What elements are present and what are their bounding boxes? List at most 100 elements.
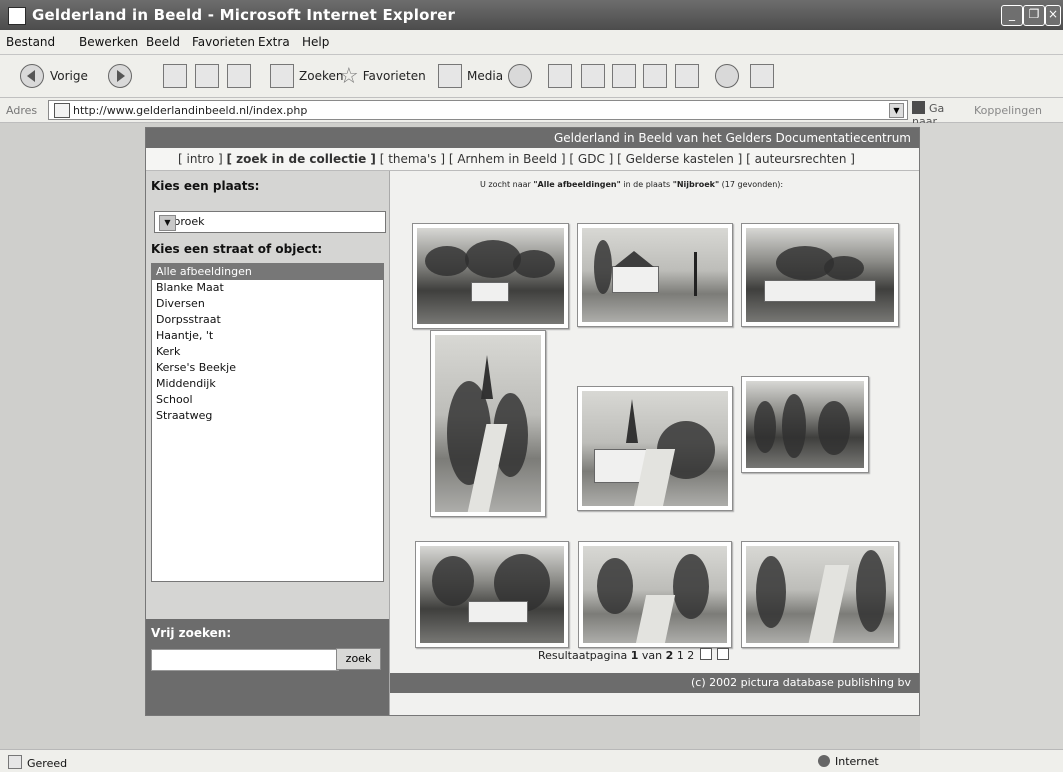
- links-label: Koppelingen: [974, 104, 1042, 117]
- discuss-button[interactable]: [643, 64, 672, 88]
- list-item[interactable]: Straatweg: [152, 408, 383, 424]
- nav-zoek-in-de-collectie[interactable]: [ zoek in de collectie ]: [226, 152, 375, 166]
- favorites-button[interactable]: ☆ Favorieten: [339, 63, 426, 89]
- list-item[interactable]: Alle afbeeldingen: [152, 264, 383, 280]
- result-thumbnail[interactable]: [578, 541, 732, 648]
- tools-button[interactable]: [675, 64, 704, 88]
- menu-bewerken[interactable]: Bewerken: [79, 35, 138, 49]
- address-bar: Adres http://www.gelderlandinbeeld.nl/in…: [0, 98, 1063, 128]
- messenger-icon: [715, 64, 739, 88]
- list-item[interactable]: Middendijk: [152, 376, 383, 392]
- status-right-text: Internet: [835, 755, 879, 768]
- media-label: Media: [467, 69, 504, 83]
- messenger-button[interactable]: [715, 64, 745, 88]
- result-middle: in de plaats: [623, 180, 671, 189]
- result-thumbnail[interactable]: [577, 386, 733, 511]
- nav-gelderse-kastelen[interactable]: [ Gelderse kastelen ]: [617, 152, 742, 166]
- result-thumbnail[interactable]: [430, 330, 546, 517]
- menu-extra[interactable]: Extra: [258, 35, 290, 49]
- chevron-down-icon[interactable]: ▼: [159, 215, 176, 231]
- next-page-icon[interactable]: [699, 648, 712, 660]
- close-page-button[interactable]: [750, 64, 779, 88]
- street-heading: Kies een straat of object:: [151, 242, 323, 256]
- copyright-bar: (c) 2002 pictura database publishing bv: [390, 673, 919, 693]
- edit-button[interactable]: [612, 64, 641, 88]
- address-input[interactable]: http://www.gelderlandinbeeld.nl/index.ph…: [48, 100, 908, 120]
- refresh-button[interactable]: [195, 64, 224, 88]
- pager-label: Resultaatpagina: [538, 649, 628, 662]
- list-item[interactable]: Blanke Maat: [152, 280, 383, 296]
- stop-icon: [163, 64, 187, 88]
- site-header-title: Gelderland in Beeld van het Gelders Docu…: [553, 131, 911, 145]
- nav-intro[interactable]: [ intro ]: [178, 152, 223, 166]
- result-thumbnail[interactable]: [415, 541, 569, 648]
- list-item[interactable]: School: [152, 392, 383, 408]
- window-title: Gelderland in Beeld - Microsoft Internet…: [32, 6, 456, 24]
- go-button[interactable]: Ga naar: [912, 101, 968, 128]
- mail-button[interactable]: [548, 64, 577, 88]
- list-item[interactable]: Diversen: [152, 296, 383, 312]
- status-page-icon: [8, 755, 22, 769]
- back-button[interactable]: Vorige: [20, 64, 88, 88]
- menu-bestand[interactable]: Bestand: [6, 35, 55, 49]
- maximize-button[interactable]: ❐: [1023, 5, 1045, 26]
- place-heading: Kies een plaats:: [151, 179, 260, 193]
- church-photo: [746, 228, 894, 322]
- results-area: U zocht naar "Alle afbeeldingen" in de p…: [390, 171, 919, 715]
- home-button[interactable]: [227, 64, 256, 88]
- forward-arrow-icon: [108, 64, 132, 88]
- star-icon: ☆: [339, 63, 359, 89]
- title-bar: Gelderland in Beeld - Microsoft Internet…: [0, 0, 1063, 30]
- close-icon: [750, 64, 774, 88]
- discuss-icon: [643, 64, 667, 88]
- free-search-input[interactable]: [151, 649, 339, 671]
- menu-favorieten[interactable]: Favorieten: [192, 35, 255, 49]
- menu-help[interactable]: Help: [302, 35, 329, 49]
- list-item[interactable]: Kerk: [152, 344, 383, 360]
- search-submit-button[interactable]: zoek: [336, 648, 381, 670]
- last-page-icon[interactable]: [717, 648, 730, 660]
- street-object-list[interactable]: Alle afbeeldingen Blanke Maat Diversen D…: [151, 263, 384, 582]
- result-thumbnail[interactable]: [741, 376, 869, 473]
- tree-lined-photo: [746, 381, 864, 468]
- list-item[interactable]: Haantje, 't: [152, 328, 383, 344]
- go-arrow-icon: [912, 101, 925, 114]
- nav-arnhem-in-beeld[interactable]: [ Arnhem in Beeld ]: [449, 152, 566, 166]
- print-button[interactable]: [581, 64, 610, 88]
- pager-links[interactable]: 1 2: [677, 649, 695, 662]
- nav-row: [ intro ] [ zoek in de collectie ] [ the…: [178, 152, 855, 166]
- street-photo: [582, 228, 728, 322]
- result-count: (17 gevonden):: [721, 180, 784, 189]
- edit-icon: [612, 64, 636, 88]
- result-thumbnail[interactable]: [741, 223, 899, 327]
- tower-photo: [435, 335, 541, 512]
- list-item[interactable]: Kerse's Beekje: [152, 360, 383, 376]
- free-search-title: Vrij zoeken:: [151, 626, 232, 640]
- chevron-down-icon[interactable]: ▼: [889, 103, 904, 118]
- stop-button[interactable]: [163, 64, 192, 88]
- forward-button[interactable]: [108, 64, 138, 88]
- result-thumbnail[interactable]: [577, 223, 733, 327]
- search-button[interactable]: Zoeken: [270, 64, 343, 88]
- nav-gdc[interactable]: [ GDC ]: [569, 152, 613, 166]
- history-button[interactable]: [508, 64, 538, 88]
- minimize-button[interactable]: _: [1001, 5, 1023, 26]
- address-label: Adres: [6, 104, 38, 117]
- result-thumbnail[interactable]: [412, 223, 569, 329]
- result-place: "Nijbroek": [672, 180, 720, 189]
- search-sidebar: Kies een plaats: Nijbroek ▼ Kies een str…: [146, 171, 390, 715]
- pager-of: van: [641, 649, 663, 662]
- menu-bar: Bestand Bewerken Beeld Favorieten Extra …: [0, 30, 1063, 55]
- browser-window: Gelderland in Beeld - Microsoft Internet…: [0, 0, 1063, 772]
- list-item[interactable]: Dorpsstraat: [152, 312, 383, 328]
- result-pagination: Resultaatpagina 1 van 2 1 2: [538, 648, 730, 662]
- nav-themas[interactable]: [ thema's ]: [380, 152, 445, 166]
- home-icon: [227, 64, 251, 88]
- web-page-viewport: Gelderland in Beeld van het Gelders Docu…: [0, 123, 1063, 749]
- menu-beeld[interactable]: Beeld: [146, 35, 180, 49]
- nav-auteursrechten[interactable]: [ auteursrechten ]: [746, 152, 855, 166]
- media-button[interactable]: Media: [438, 64, 503, 88]
- place-select[interactable]: Nijbroek ▼: [154, 211, 386, 233]
- result-thumbnail[interactable]: [741, 541, 899, 648]
- close-button[interactable]: ×: [1045, 5, 1061, 26]
